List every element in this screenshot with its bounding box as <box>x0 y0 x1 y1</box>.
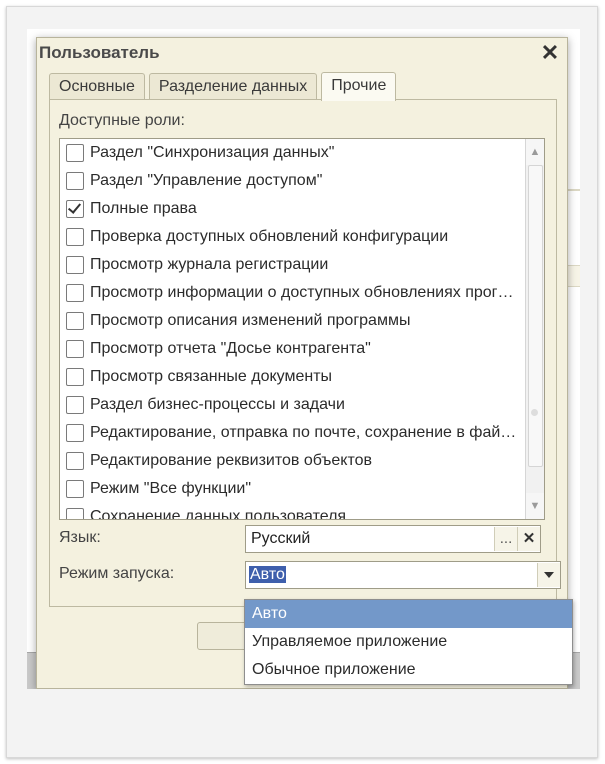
launch-mode-value[interactable]: Авто <box>246 566 537 584</box>
tab-bar: Основные Разделение данных Прочие <box>49 72 397 101</box>
language-select-button[interactable]: ... <box>494 527 517 551</box>
checkbox[interactable] <box>66 256 84 274</box>
screen: Пользователь ✕ Основные Разделение данны… <box>27 29 580 689</box>
checkbox[interactable] <box>66 480 84 498</box>
role-row[interactable]: Раздел бизнес-процессы и задачи <box>60 391 526 419</box>
dialog-title: Пользователь <box>39 43 160 62</box>
scroll-down-icon[interactable]: ▼ <box>526 493 544 519</box>
checkbox-checked[interactable] <box>66 200 84 218</box>
role-label: Сохранение данных пользователя <box>90 508 347 520</box>
tab-main[interactable]: Основные <box>49 73 145 100</box>
user-dialog: Пользователь ✕ Основные Разделение данны… <box>36 37 568 689</box>
checkbox[interactable] <box>66 452 84 470</box>
role-label: Режим "Все функции" <box>90 480 252 497</box>
tab-data-separation[interactable]: Разделение данных <box>148 73 318 100</box>
language-field[interactable]: Русский ... ✕ <box>245 525 541 553</box>
checkbox[interactable] <box>66 312 84 330</box>
role-label: Раздел "Управление доступом" <box>90 172 323 189</box>
checkbox[interactable] <box>66 144 84 162</box>
launch-mode-option-managed[interactable]: Управляемое приложение <box>245 628 572 656</box>
checkbox[interactable] <box>66 508 84 519</box>
role-label: Редактирование, отправка по почте, сохра… <box>90 424 517 441</box>
launch-mode-select[interactable]: Авто <box>245 561 561 589</box>
role-label: Просмотр связанные документы <box>90 368 333 385</box>
role-row[interactable]: Просмотр информации о доступных обновлен… <box>60 279 526 307</box>
role-row[interactable]: Просмотр описания изменений программы <box>60 307 526 335</box>
role-label: Раздел "Синхронизация данных" <box>90 144 335 161</box>
checkbox[interactable] <box>66 284 84 302</box>
close-icon[interactable]: ✕ <box>539 42 561 64</box>
role-row[interactable]: Редактирование, отправка по почте, сохра… <box>60 419 526 447</box>
launch-mode-option-auto[interactable]: Авто <box>245 600 572 628</box>
role-row[interactable]: Проверка доступных обновлений конфигурац… <box>60 223 526 251</box>
role-label: Просмотр информации о доступных обновлен… <box>90 284 522 301</box>
role-label: Просмотр описания изменений программы <box>90 312 411 329</box>
role-row[interactable]: Раздел "Управление доступом" <box>60 167 526 195</box>
language-clear-icon[interactable]: ✕ <box>517 527 540 551</box>
role-label: Полные права <box>90 200 197 217</box>
role-label: Проверка доступных обновлений конфигурац… <box>90 228 449 245</box>
checkbox[interactable] <box>66 396 84 414</box>
chevron-down-icon[interactable] <box>537 563 560 587</box>
checkbox[interactable] <box>66 228 84 246</box>
scroll-thumb[interactable] <box>528 165 543 467</box>
scroll-grip-icon <box>531 409 538 416</box>
photo-frame: Пользователь ✕ Основные Разделение данны… <box>6 6 598 758</box>
checkbox[interactable] <box>66 368 84 386</box>
roles-label: Доступные роли: <box>59 112 185 129</box>
role-row[interactable]: Просмотр связанные документы <box>60 363 526 391</box>
launch-mode-option-ordinary[interactable]: Обычное приложение <box>245 656 572 684</box>
title-bar: Пользователь ✕ <box>37 38 567 68</box>
launch-mode-dropdown: Авто Управляемое приложение Обычное прил… <box>244 599 573 685</box>
checkbox[interactable] <box>66 340 84 358</box>
role-row[interactable]: Просмотр отчета "Досье контрагента" <box>60 335 526 363</box>
role-row[interactable]: Сохранение данных пользователя <box>60 503 526 520</box>
roles-list-content: Раздел "Синхронизация данных" Раздел "Упр… <box>60 139 526 520</box>
role-label: Просмотр отчета "Досье контрагента" <box>90 340 371 357</box>
role-row[interactable]: Просмотр журнала регистрации <box>60 251 526 279</box>
checkbox[interactable] <box>66 424 84 442</box>
role-label: Раздел бизнес-процессы и задачи <box>90 396 345 413</box>
checkbox[interactable] <box>66 172 84 190</box>
role-row[interactable]: Редактирование реквизитов объектов <box>60 447 526 475</box>
role-label: Просмотр журнала регистрации <box>90 256 329 273</box>
launch-mode-label: Режим запуска: <box>59 565 175 582</box>
roles-scrollbar[interactable]: ▲ ▼ <box>525 139 544 519</box>
tab-other[interactable]: Прочие <box>321 72 397 101</box>
roles-list[interactable]: Раздел "Синхронизация данных" Раздел "Упр… <box>59 138 545 520</box>
language-label: Язык: <box>59 529 101 546</box>
role-row[interactable]: Режим "Все функции" <box>60 475 526 503</box>
scroll-up-icon[interactable]: ▲ <box>526 139 544 165</box>
role-row[interactable]: Раздел "Синхронизация данных" <box>60 139 526 167</box>
role-label: Редактирование реквизитов объектов <box>90 452 372 469</box>
language-value[interactable]: Русский <box>246 530 494 548</box>
role-row[interactable]: Полные права <box>60 195 526 223</box>
tab-panel-other: Доступные роли: Раздел "Синхронизация да… <box>49 99 561 607</box>
